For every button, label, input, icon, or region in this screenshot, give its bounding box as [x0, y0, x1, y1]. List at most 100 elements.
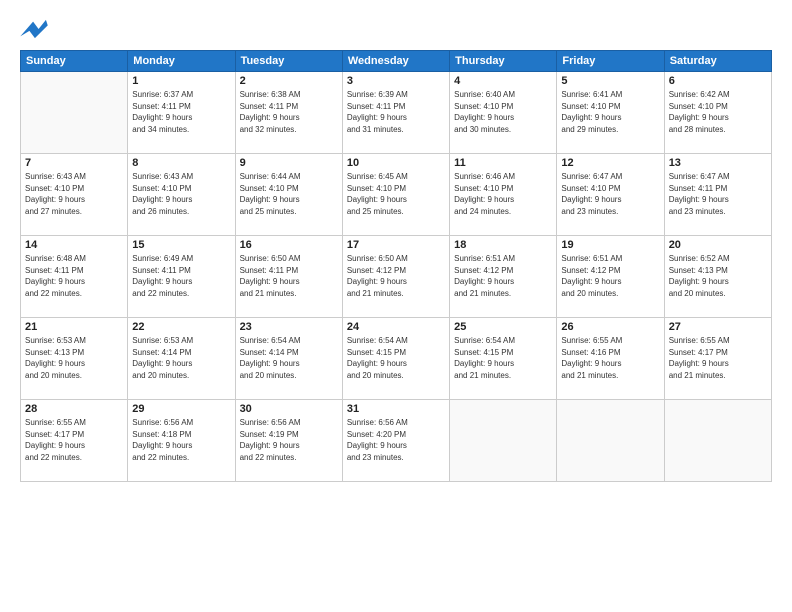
day-info: Sunrise: 6:44 AM Sunset: 4:10 PM Dayligh…	[240, 171, 338, 217]
calendar-cell: 12 Sunrise: 6:47 AM Sunset: 4:10 PM Dayli…	[557, 154, 664, 236]
weekday-header-monday: Monday	[128, 51, 235, 72]
calendar-cell: 16 Sunrise: 6:50 AM Sunset: 4:11 PM Dayli…	[235, 236, 342, 318]
day-number: 27	[669, 321, 767, 333]
calendar-cell: 15Sunrise: 6:49 AM Sunset: 4:11 PM Dayli…	[128, 236, 235, 318]
day-number: 7	[25, 157, 123, 169]
day-info: Sunrise: 6:56 AM Sunset: 4:19 PM Dayligh…	[240, 417, 338, 463]
day-number: 22	[132, 321, 230, 333]
day-info: Sunrise: 6:55 AM Sunset: 4:17 PM Dayligh…	[25, 417, 123, 463]
day-number: 24	[347, 321, 445, 333]
day-number: 23	[240, 321, 338, 333]
calendar-cell: 24 Sunrise: 6:54 AM Sunset: 4:15 PM Dayli…	[342, 318, 449, 400]
weekday-header-saturday: Saturday	[664, 51, 771, 72]
day-number: 2	[240, 75, 338, 87]
day-info: Sunrise: 6:45 AM Sunset: 4:10 PM Dayligh…	[347, 171, 445, 217]
day-info: Sunrise: 6:54 AM Sunset: 4:15 PM Dayligh…	[347, 335, 445, 381]
calendar-cell: 3 Sunrise: 6:39 AM Sunset: 4:11 PM Daylig…	[342, 72, 449, 154]
day-info: Sunrise: 6:37 AM Sunset: 4:11 PM Dayligh…	[132, 89, 230, 135]
logo-icon	[20, 18, 48, 40]
weekday-header-thursday: Thursday	[450, 51, 557, 72]
calendar-cell: 28 Sunrise: 6:55 AM Sunset: 4:17 PM Dayli…	[21, 400, 128, 482]
day-info: Sunrise: 6:56 AM Sunset: 4:20 PM Dayligh…	[347, 417, 445, 463]
calendar-cell: 1 Sunrise: 6:37 AM Sunset: 4:11 PM Daylig…	[128, 72, 235, 154]
calendar-table: SundayMondayTuesdayWednesdayThursdayFrid…	[20, 50, 772, 482]
day-info: Sunrise: 6:46 AM Sunset: 4:10 PM Dayligh…	[454, 171, 552, 217]
calendar-cell: 17 Sunrise: 6:50 AM Sunset: 4:12 PM Dayli…	[342, 236, 449, 318]
day-number: 26	[561, 321, 659, 333]
day-number: 5	[561, 75, 659, 87]
day-number: 30	[240, 403, 338, 415]
calendar-cell: 30 Sunrise: 6:56 AM Sunset: 4:19 PM Dayli…	[235, 400, 342, 482]
day-info: Sunrise: 6:39 AM Sunset: 4:11 PM Dayligh…	[347, 89, 445, 135]
day-info: Sunrise: 6:42 AM Sunset: 4:10 PM Dayligh…	[669, 89, 767, 135]
day-number: 16	[240, 239, 338, 251]
day-info: Sunrise: 6:43 AM Sunset: 4:10 PM Dayligh…	[132, 171, 230, 217]
day-info: Sunrise: 6:50 AM Sunset: 4:12 PM Dayligh…	[347, 253, 445, 299]
calendar-cell: 23 Sunrise: 6:54 AM Sunset: 4:14 PM Dayli…	[235, 318, 342, 400]
calendar-cell: 29Sunrise: 6:56 AM Sunset: 4:18 PM Dayli…	[128, 400, 235, 482]
day-info: Sunrise: 6:53 AM Sunset: 4:13 PM Dayligh…	[25, 335, 123, 381]
calendar-cell: 26 Sunrise: 6:55 AM Sunset: 4:16 PM Dayli…	[557, 318, 664, 400]
calendar-cell: 27 Sunrise: 6:55 AM Sunset: 4:17 PM Dayli…	[664, 318, 771, 400]
day-number: 1	[132, 75, 230, 87]
day-info: Sunrise: 6:47 AM Sunset: 4:11 PM Dayligh…	[669, 171, 767, 217]
day-number: 28	[25, 403, 123, 415]
calendar-cell: 14Sunrise: 6:48 AM Sunset: 4:11 PM Dayli…	[21, 236, 128, 318]
day-info: Sunrise: 6:55 AM Sunset: 4:17 PM Dayligh…	[669, 335, 767, 381]
calendar-week-row: 1 Sunrise: 6:37 AM Sunset: 4:11 PM Daylig…	[21, 72, 772, 154]
calendar-cell: 21Sunrise: 6:53 AM Sunset: 4:13 PM Dayli…	[21, 318, 128, 400]
calendar-cell: 7 Sunrise: 6:43 AM Sunset: 4:10 PM Daylig…	[21, 154, 128, 236]
day-info: Sunrise: 6:53 AM Sunset: 4:14 PM Dayligh…	[132, 335, 230, 381]
calendar-cell: 2Sunrise: 6:38 AM Sunset: 4:11 PM Daylig…	[235, 72, 342, 154]
day-info: Sunrise: 6:41 AM Sunset: 4:10 PM Dayligh…	[561, 89, 659, 135]
header	[20, 18, 772, 40]
day-info: Sunrise: 6:51 AM Sunset: 4:12 PM Dayligh…	[454, 253, 552, 299]
day-info: Sunrise: 6:51 AM Sunset: 4:12 PM Dayligh…	[561, 253, 659, 299]
calendar-cell: 13 Sunrise: 6:47 AM Sunset: 4:11 PM Dayli…	[664, 154, 771, 236]
calendar-week-row: 14Sunrise: 6:48 AM Sunset: 4:11 PM Dayli…	[21, 236, 772, 318]
day-info: Sunrise: 6:47 AM Sunset: 4:10 PM Dayligh…	[561, 171, 659, 217]
weekday-header-tuesday: Tuesday	[235, 51, 342, 72]
weekday-header-friday: Friday	[557, 51, 664, 72]
calendar-cell: 6Sunrise: 6:42 AM Sunset: 4:10 PM Daylig…	[664, 72, 771, 154]
calendar-week-row: 21Sunrise: 6:53 AM Sunset: 4:13 PM Dayli…	[21, 318, 772, 400]
day-number: 18	[454, 239, 552, 251]
calendar-cell	[557, 400, 664, 482]
day-info: Sunrise: 6:55 AM Sunset: 4:16 PM Dayligh…	[561, 335, 659, 381]
weekday-header-sunday: Sunday	[21, 51, 128, 72]
calendar-cell: 19 Sunrise: 6:51 AM Sunset: 4:12 PM Dayli…	[557, 236, 664, 318]
day-number: 3	[347, 75, 445, 87]
day-info: Sunrise: 6:49 AM Sunset: 4:11 PM Dayligh…	[132, 253, 230, 299]
page: SundayMondayTuesdayWednesdayThursdayFrid…	[0, 0, 792, 612]
calendar-header-row: SundayMondayTuesdayWednesdayThursdayFrid…	[21, 51, 772, 72]
calendar-cell	[21, 72, 128, 154]
calendar-cell: 9 Sunrise: 6:44 AM Sunset: 4:10 PM Daylig…	[235, 154, 342, 236]
day-number: 12	[561, 157, 659, 169]
day-number: 25	[454, 321, 552, 333]
calendar-cell: 20Sunrise: 6:52 AM Sunset: 4:13 PM Dayli…	[664, 236, 771, 318]
day-info: Sunrise: 6:40 AM Sunset: 4:10 PM Dayligh…	[454, 89, 552, 135]
day-number: 31	[347, 403, 445, 415]
calendar-cell: 4Sunrise: 6:40 AM Sunset: 4:10 PM Daylig…	[450, 72, 557, 154]
calendar-cell: 22 Sunrise: 6:53 AM Sunset: 4:14 PM Dayli…	[128, 318, 235, 400]
day-number: 13	[669, 157, 767, 169]
day-number: 10	[347, 157, 445, 169]
calendar-cell: 25 Sunrise: 6:54 AM Sunset: 4:15 PM Dayli…	[450, 318, 557, 400]
calendar-cell: 31 Sunrise: 6:56 AM Sunset: 4:20 PM Dayli…	[342, 400, 449, 482]
day-number: 19	[561, 239, 659, 251]
day-info: Sunrise: 6:43 AM Sunset: 4:10 PM Dayligh…	[25, 171, 123, 217]
calendar-cell	[664, 400, 771, 482]
calendar-cell: 11Sunrise: 6:46 AM Sunset: 4:10 PM Dayli…	[450, 154, 557, 236]
day-number: 17	[347, 239, 445, 251]
calendar-week-row: 28 Sunrise: 6:55 AM Sunset: 4:17 PM Dayli…	[21, 400, 772, 482]
day-info: Sunrise: 6:56 AM Sunset: 4:18 PM Dayligh…	[132, 417, 230, 463]
day-number: 9	[240, 157, 338, 169]
day-info: Sunrise: 6:54 AM Sunset: 4:14 PM Dayligh…	[240, 335, 338, 381]
calendar-cell	[450, 400, 557, 482]
day-info: Sunrise: 6:54 AM Sunset: 4:15 PM Dayligh…	[454, 335, 552, 381]
day-number: 8	[132, 157, 230, 169]
weekday-header-wednesday: Wednesday	[342, 51, 449, 72]
day-info: Sunrise: 6:50 AM Sunset: 4:11 PM Dayligh…	[240, 253, 338, 299]
calendar-cell: 18 Sunrise: 6:51 AM Sunset: 4:12 PM Dayli…	[450, 236, 557, 318]
calendar-week-row: 7 Sunrise: 6:43 AM Sunset: 4:10 PM Daylig…	[21, 154, 772, 236]
